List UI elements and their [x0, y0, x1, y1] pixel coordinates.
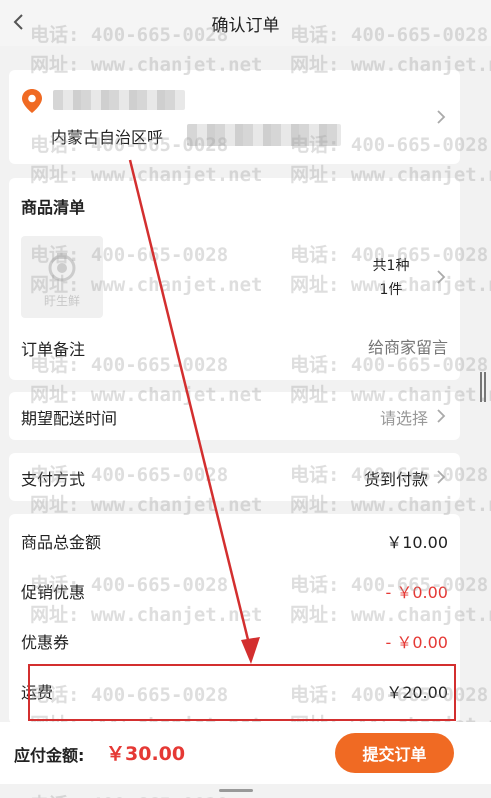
delivery-time-row[interactable]: 期望配送时间 请选择 — [9, 392, 460, 440]
goods-item-count: 1件 — [379, 282, 403, 298]
delivery-time-label: 期望配送时间 — [21, 409, 118, 428]
scroll-handle-icon[interactable] — [480, 372, 486, 402]
page-title: 确认订单 — [211, 15, 280, 36]
address-region: 内蒙古自治区呼 — [51, 128, 164, 147]
thumbnail-caption: 盱生鲜 — [43, 294, 80, 308]
remark-input[interactable] — [248, 334, 448, 360]
watermark-phone: 电话: 400-665-0028 — [30, 790, 228, 798]
submit-order-button[interactable]: 提交订单 — [335, 733, 454, 773]
annotation-highlight-box — [28, 664, 456, 721]
recipient-name-blurred — [53, 90, 185, 110]
payment-method-label: 支付方式 — [21, 470, 86, 489]
payment-method-row[interactable]: 支付方式 货到付款 — [9, 453, 460, 501]
address-detail-blurred — [187, 124, 341, 146]
remark-label: 订单备注 — [21, 340, 86, 359]
payment-method-value: 货到付款 — [363, 470, 428, 489]
delivery-time-value: 请选择 — [379, 409, 428, 428]
payable-label: 应付金额: — [14, 746, 85, 765]
home-indicator[interactable] — [219, 789, 253, 792]
goods-kind-count: 共1种 — [372, 258, 410, 274]
back-arrow-icon[interactable] — [8, 8, 32, 36]
payable-amount: ￥30.00 — [106, 743, 186, 765]
address-card[interactable]: 内蒙古自治区呼 — [9, 70, 460, 164]
promotion-value: - ￥0.00 — [385, 583, 449, 602]
chevron-right-icon — [437, 470, 446, 484]
promotion-label: 促销优惠 — [21, 583, 86, 602]
goods-section-title: 商品清单 — [21, 198, 86, 217]
goods-card: 商品清单 盱生鲜 共1种 1件 订单备注 — [9, 178, 460, 380]
coupon-value: - ￥0.00 — [385, 633, 449, 652]
goods-total-label: 商品总金额 — [21, 533, 102, 552]
checkout-bar: 应付金额: ￥30.00 提交订单 — [0, 722, 491, 784]
product-thumbnail[interactable]: 盱生鲜 — [21, 236, 103, 318]
location-pin-icon — [22, 89, 42, 113]
goods-total-value: ￥10.00 — [386, 533, 448, 552]
chevron-right-icon — [437, 409, 446, 423]
chevron-right-icon — [437, 110, 446, 124]
coupon-label: 优惠券 — [21, 633, 70, 652]
header-bar: 确认订单 — [0, 0, 491, 46]
chevron-right-icon[interactable] — [435, 268, 447, 286]
